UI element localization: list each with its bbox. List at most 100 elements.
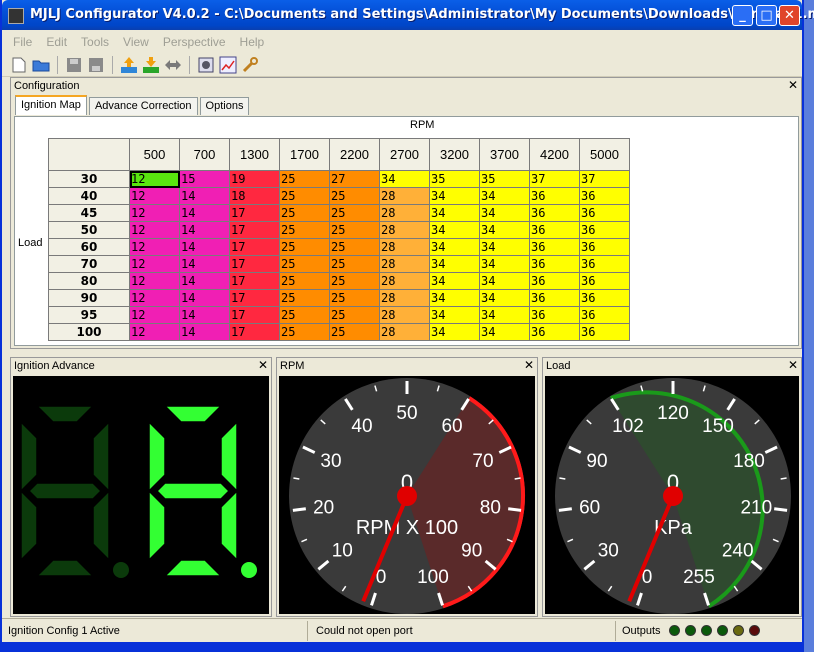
map-cell[interactable]: 36 [579, 323, 630, 341]
save-as-icon[interactable] [87, 56, 105, 74]
map-cell[interactable]: 35 [429, 170, 480, 188]
map-cell[interactable]: 14 [179, 255, 230, 273]
map-cell[interactable]: 36 [529, 289, 580, 307]
map-cell[interactable]: 36 [529, 272, 580, 290]
ignition-advance-close-icon[interactable]: ✕ [258, 358, 268, 373]
load-close-icon[interactable]: ✕ [788, 358, 798, 373]
chart-icon[interactable] [219, 56, 237, 74]
map-cell[interactable]: 36 [579, 187, 630, 205]
title-bar[interactable]: MJLJ Configurator V4.0.2 - C:\Documents … [2, 0, 814, 30]
map-cell[interactable]: 25 [329, 323, 380, 341]
map-cell[interactable]: 34 [479, 187, 530, 205]
map-cell[interactable]: 28 [379, 238, 430, 256]
tab-options[interactable]: Options [199, 97, 250, 115]
map-cell[interactable]: 17 [229, 238, 280, 256]
menu-file[interactable]: File [6, 35, 39, 49]
download-icon[interactable] [142, 56, 160, 74]
map-cell[interactable]: 25 [279, 187, 330, 205]
map-cell[interactable]: 28 [379, 187, 430, 205]
map-cell[interactable]: 35 [479, 170, 530, 188]
map-cell[interactable]: 14 [179, 306, 230, 324]
map-cell[interactable]: 36 [579, 221, 630, 239]
map-cell[interactable]: 14 [179, 272, 230, 290]
close-button[interactable]: ✕ [779, 5, 800, 26]
map-cell[interactable]: 25 [329, 187, 380, 205]
map-cell[interactable]: 25 [329, 289, 380, 307]
map-cell[interactable]: 17 [229, 272, 280, 290]
map-cell[interactable]: 25 [329, 204, 380, 222]
map-cell[interactable]: 34 [429, 255, 480, 273]
map-cell[interactable]: 34 [429, 272, 480, 290]
map-cell[interactable]: 34 [479, 221, 530, 239]
map-cell[interactable]: 25 [279, 221, 330, 239]
menu-view[interactable]: View [116, 35, 156, 49]
map-cell[interactable]: 36 [529, 187, 580, 205]
map-cell[interactable]: 34 [479, 204, 530, 222]
map-cell[interactable]: 14 [179, 221, 230, 239]
map-cell[interactable]: 25 [279, 204, 330, 222]
map-cell[interactable]: 25 [279, 238, 330, 256]
menu-tools[interactable]: Tools [74, 35, 116, 49]
map-cell[interactable]: 34 [429, 323, 480, 341]
map-cell[interactable]: 14 [179, 204, 230, 222]
tab-advance-correction[interactable]: Advance Correction [88, 97, 198, 115]
minimize-button[interactable]: _ [732, 5, 753, 26]
map-cell[interactable]: 25 [329, 221, 380, 239]
menu-perspective[interactable]: Perspective [156, 35, 233, 49]
map-cell[interactable]: 36 [579, 289, 630, 307]
map-cell[interactable]: 28 [379, 289, 430, 307]
map-cell[interactable]: 36 [529, 323, 580, 341]
save-icon[interactable] [65, 56, 83, 74]
map-cell[interactable]: 36 [579, 255, 630, 273]
maximize-button[interactable]: □ [756, 5, 777, 26]
map-cell[interactable]: 36 [579, 238, 630, 256]
open-folder-icon[interactable] [32, 56, 50, 74]
map-cell[interactable]: 25 [279, 289, 330, 307]
map-cell[interactable]: 15 [179, 170, 230, 188]
map-cell[interactable]: 34 [429, 306, 480, 324]
map-cell[interactable]: 34 [379, 170, 430, 188]
map-cell[interactable]: 28 [379, 221, 430, 239]
map-cell[interactable]: 17 [229, 289, 280, 307]
menu-edit[interactable]: Edit [39, 35, 74, 49]
settings-icon[interactable] [197, 56, 215, 74]
map-cell[interactable]: 18 [229, 187, 280, 205]
map-cell[interactable]: 28 [379, 323, 430, 341]
map-cell[interactable]: 37 [529, 170, 580, 188]
map-cell[interactable]: 34 [429, 238, 480, 256]
map-cell[interactable]: 12 [129, 221, 180, 239]
map-cell[interactable]: 14 [179, 187, 230, 205]
map-cell[interactable]: 28 [379, 272, 430, 290]
connect-icon[interactable] [164, 56, 182, 74]
map-cell[interactable]: 36 [529, 221, 580, 239]
map-cell[interactable]: 36 [579, 272, 630, 290]
map-cell[interactable]: 25 [329, 238, 380, 256]
map-cell[interactable]: 34 [479, 238, 530, 256]
map-cell[interactable]: 25 [279, 323, 330, 341]
map-cell[interactable]: 12 [129, 306, 180, 324]
map-cell[interactable]: 34 [429, 289, 480, 307]
map-cell[interactable]: 17 [229, 204, 280, 222]
map-cell[interactable]: 34 [429, 204, 480, 222]
wrench-icon[interactable] [241, 56, 259, 74]
map-cell[interactable]: 34 [429, 187, 480, 205]
map-cell[interactable]: 36 [529, 238, 580, 256]
map-cell[interactable]: 36 [579, 306, 630, 324]
map-cell[interactable]: 34 [479, 289, 530, 307]
upload-icon[interactable] [120, 56, 138, 74]
map-cell[interactable]: 25 [329, 255, 380, 273]
tab-ignition-map[interactable]: Ignition Map [15, 95, 87, 115]
map-cell[interactable]: 34 [429, 221, 480, 239]
map-cell[interactable]: 25 [279, 272, 330, 290]
map-cell[interactable]: 19 [229, 170, 280, 188]
map-cell[interactable]: 36 [529, 306, 580, 324]
map-cell[interactable]: 12 [129, 187, 180, 205]
map-cell[interactable]: 12 [129, 255, 180, 273]
map-cell[interactable]: 25 [279, 170, 330, 188]
new-file-icon[interactable] [10, 56, 28, 74]
map-cell[interactable]: 34 [479, 272, 530, 290]
map-cell[interactable]: 17 [229, 323, 280, 341]
map-cell[interactable]: 14 [179, 323, 230, 341]
menu-help[interactable]: Help [233, 35, 272, 49]
map-cell[interactable]: 36 [579, 204, 630, 222]
